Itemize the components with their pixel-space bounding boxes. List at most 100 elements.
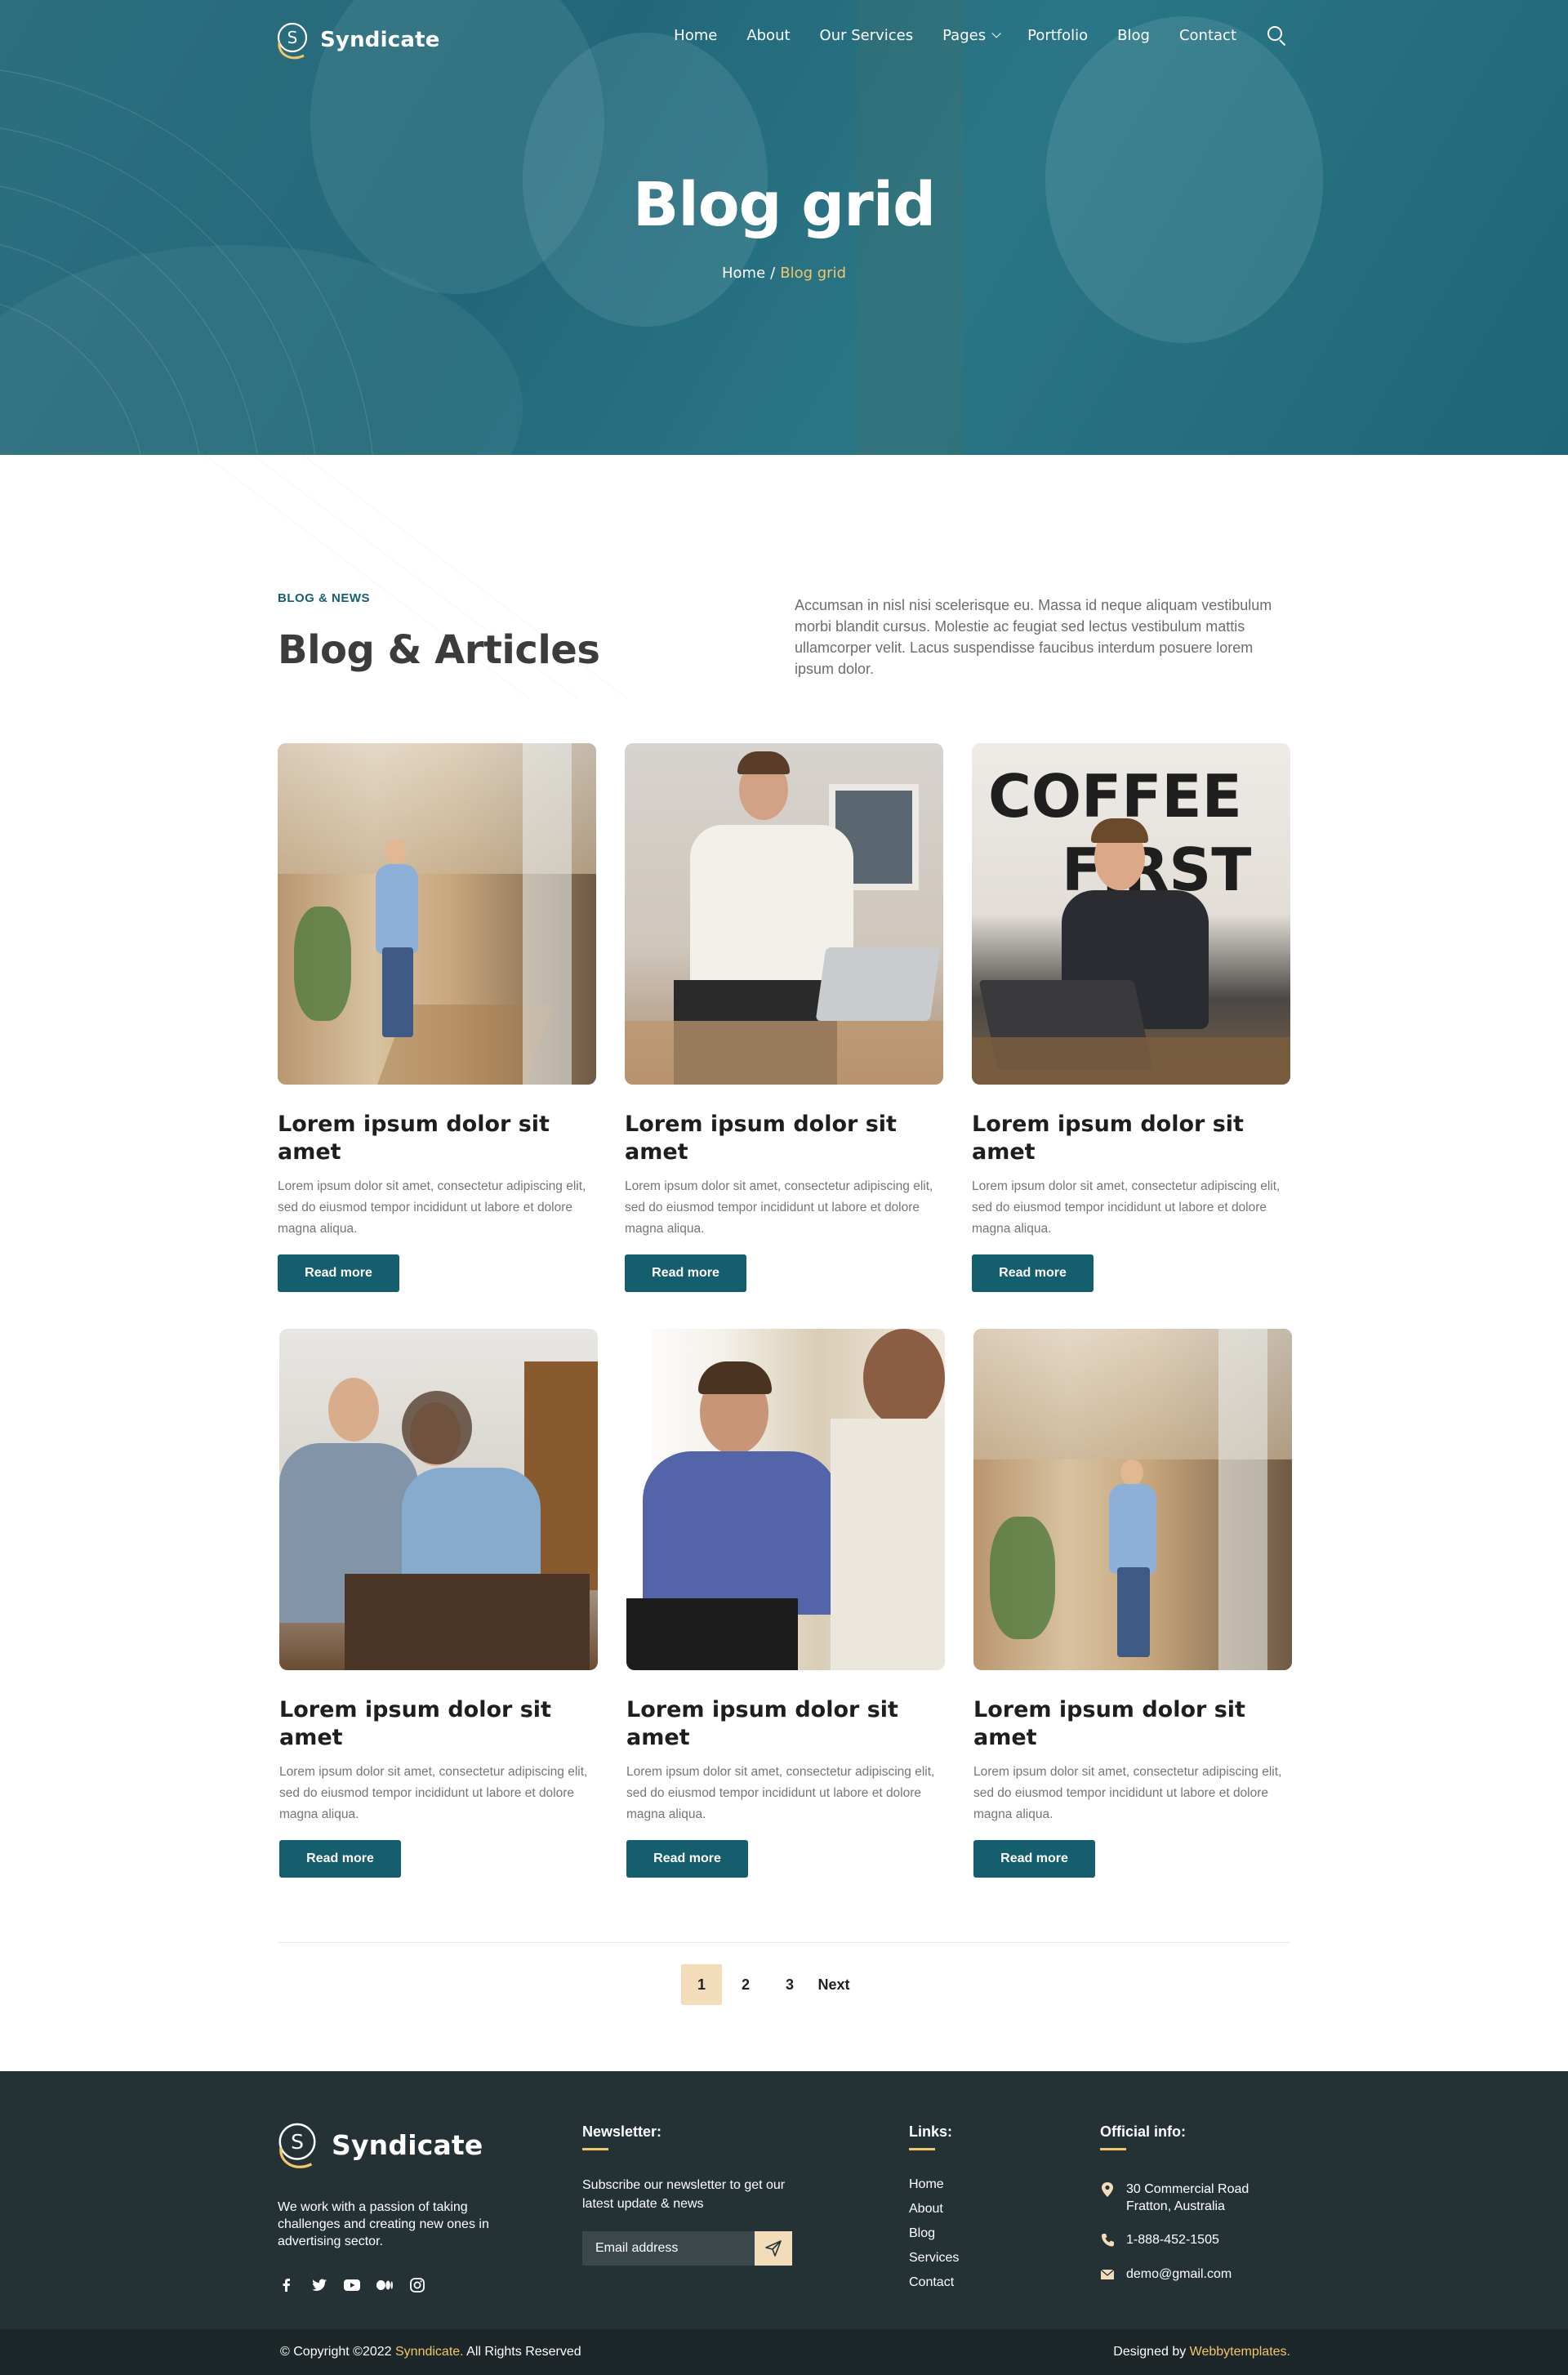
address-row: 30 Commercial Road Fratton, Australia (1100, 2181, 1249, 2215)
email-address: demo@gmail.com (1126, 2267, 1232, 2281)
logo-icon: S (278, 2123, 316, 2168)
nav-item-contact[interactable]: Contact (1179, 27, 1236, 44)
footer-link-about[interactable]: About (909, 2200, 959, 2218)
read-more-button[interactable]: Read more (625, 1254, 746, 1292)
site-footer: S Syndicate We work with a passion of ta… (0, 2071, 1568, 2329)
page-button-1[interactable]: 1 (681, 1964, 722, 2005)
nav-item-home[interactable]: Home (674, 27, 717, 44)
phone-icon (1102, 2234, 1114, 2247)
blog-card-image[interactable] (278, 743, 596, 1085)
breadcrumb: Home / Blog grid (0, 265, 1568, 282)
youtube-icon[interactable] (343, 2277, 361, 2293)
newsletter-form (582, 2231, 792, 2266)
medium-icon[interactable] (376, 2277, 394, 2293)
blog-card: Lorem ipsum dolor sit amet Lorem ipsum d… (279, 1329, 598, 1878)
blog-card-image[interactable] (625, 743, 943, 1085)
blog-card-excerpt: Lorem ipsum dolor sit amet, consectetur … (278, 1179, 586, 1236)
copyright-text: © Copyright ©2022 Synndicate. All Rights… (280, 2345, 581, 2359)
official-info-title: Official info: (1100, 2123, 1186, 2150)
chevron-down-icon (991, 29, 1001, 38)
blog-card-title[interactable]: Lorem ipsum dolor sit amet (278, 1111, 555, 1166)
blog-card-title[interactable]: Lorem ipsum dolor sit amet (626, 1696, 904, 1752)
blog-card-image[interactable] (626, 1329, 945, 1670)
pagination: 1 2 3 Next (681, 1964, 854, 2005)
nav-item-pages-label: Pages (942, 26, 987, 44)
location-pin-icon (1102, 2182, 1113, 2197)
blog-card: Lorem ipsum dolor sit amet Lorem ipsum d… (278, 743, 596, 1292)
blog-card-image[interactable] (973, 1329, 1292, 1670)
section-description: Accumsan in nisl nisi scelerisque eu. Ma… (795, 597, 1272, 677)
blog-card: Lorem ipsum dolor sit amet Lorem ipsum d… (973, 1329, 1292, 1878)
read-more-button[interactable]: Read more (972, 1254, 1094, 1292)
copyright-suffix: All Rights Reserved (466, 2345, 581, 2359)
copyright-brand-link[interactable]: Synndicate. (395, 2345, 464, 2359)
footer-link-blog[interactable]: Blog (909, 2225, 959, 2243)
address-line-1: 30 Commercial Road (1126, 2182, 1250, 2196)
links-title: Links: (909, 2123, 953, 2150)
main-navigation: S Syndicate Home About Our Services Page… (0, 0, 1568, 74)
hero-banner: S Syndicate Home About Our Services Page… (0, 0, 1568, 455)
breadcrumb-home[interactable]: Home (722, 265, 765, 282)
footer-logo[interactable]: S Syndicate (273, 2117, 483, 2172)
nav-item-services[interactable]: Our Services (820, 27, 914, 44)
read-more-button[interactable]: Read more (626, 1840, 748, 1878)
blog-card-excerpt: Lorem ipsum dolor sit amet, consectetur … (626, 1765, 935, 1821)
logo-icon: S (277, 22, 308, 60)
blog-card-excerpt: Lorem ipsum dolor sit amet, consectetur … (625, 1179, 933, 1236)
blog-card-excerpt: Lorem ipsum dolor sit amet, consectetur … (279, 1765, 588, 1821)
blog-card: Lorem ipsum dolor sit amet Lorem ipsum d… (626, 1329, 945, 1878)
social-links (278, 2277, 426, 2293)
address-line-2: Fratton, Australia (1126, 2199, 1225, 2213)
email-field[interactable] (582, 2231, 755, 2266)
blog-card-title[interactable]: Lorem ipsum dolor sit amet (279, 1696, 557, 1752)
brand-name: Syndicate (320, 28, 440, 52)
footer-link-services[interactable]: Services (909, 2249, 959, 2267)
blog-card-image[interactable] (279, 1329, 598, 1670)
footer-brand-name: Syndicate (332, 2128, 483, 2161)
twitter-icon[interactable] (310, 2277, 328, 2293)
blog-card-excerpt: Lorem ipsum dolor sit amet, consectetur … (972, 1179, 1281, 1236)
blog-card: Lorem ipsum dolor sit amet Lorem ipsum d… (625, 743, 943, 1292)
footer-links: Home About Blog Services Contact (909, 2176, 959, 2292)
nav-item-pages[interactable]: Pages (942, 26, 1001, 44)
designed-prefix: Designed by (1113, 2345, 1187, 2359)
blog-card-title[interactable]: Lorem ipsum dolor sit amet (972, 1111, 1250, 1166)
next-page-button[interactable]: Next (813, 1964, 854, 2005)
footer-link-home[interactable]: Home (909, 2176, 959, 2194)
instagram-icon[interactable] (408, 2277, 426, 2293)
blog-card-image[interactable]: COFFEE FIRST (972, 743, 1290, 1085)
facebook-icon[interactable] (278, 2277, 296, 2293)
phone-row[interactable]: 1-888-452-1505 (1100, 2231, 1219, 2248)
read-more-button[interactable]: Read more (278, 1254, 399, 1292)
page-button-2[interactable]: 2 (725, 1964, 766, 2005)
nav-item-blog[interactable]: Blog (1117, 27, 1150, 44)
copyright-prefix: © Copyright ©2022 (280, 2345, 392, 2359)
designer-credit: Designed by Webbytemplates. (1113, 2345, 1290, 2359)
newsletter-title: Newsletter: (582, 2123, 662, 2150)
send-button[interactable] (755, 2231, 792, 2266)
search-icon[interactable] (1266, 25, 1287, 47)
breadcrumb-current: Blog grid (780, 265, 846, 282)
section-title: Blog & Articles (278, 627, 600, 673)
blog-card-title[interactable]: Lorem ipsum dolor sit amet (625, 1111, 902, 1166)
nav-item-portfolio[interactable]: Portfolio (1027, 27, 1088, 44)
blog-card: COFFEE FIRST Lorem ipsum dolor sit amet … (972, 743, 1290, 1292)
newsletter-text: Subscribe our newsletter to get our late… (582, 2178, 786, 2211)
svg-text:S: S (291, 2130, 304, 2154)
section-divider (278, 1942, 1290, 1943)
read-more-button[interactable]: Read more (279, 1840, 401, 1878)
footer-link-contact[interactable]: Contact (909, 2274, 959, 2292)
footer-about-text: We work with a passion of taking challen… (278, 2200, 489, 2248)
page-button-3[interactable]: 3 (769, 1964, 810, 2005)
svg-text:S: S (287, 28, 298, 47)
blog-card-title[interactable]: Lorem ipsum dolor sit amet (973, 1696, 1251, 1752)
brand-logo[interactable]: S Syndicate (273, 18, 440, 62)
read-more-button[interactable]: Read more (973, 1840, 1095, 1878)
mail-icon (1100, 2269, 1115, 2279)
send-icon (765, 2240, 782, 2257)
breadcrumb-separator: / (770, 265, 776, 282)
email-row[interactable]: demo@gmail.com (1100, 2266, 1232, 2283)
page-title: Blog grid (632, 170, 936, 240)
designer-link[interactable]: Webbytemplates. (1190, 2345, 1290, 2359)
nav-item-about[interactable]: About (746, 27, 790, 44)
